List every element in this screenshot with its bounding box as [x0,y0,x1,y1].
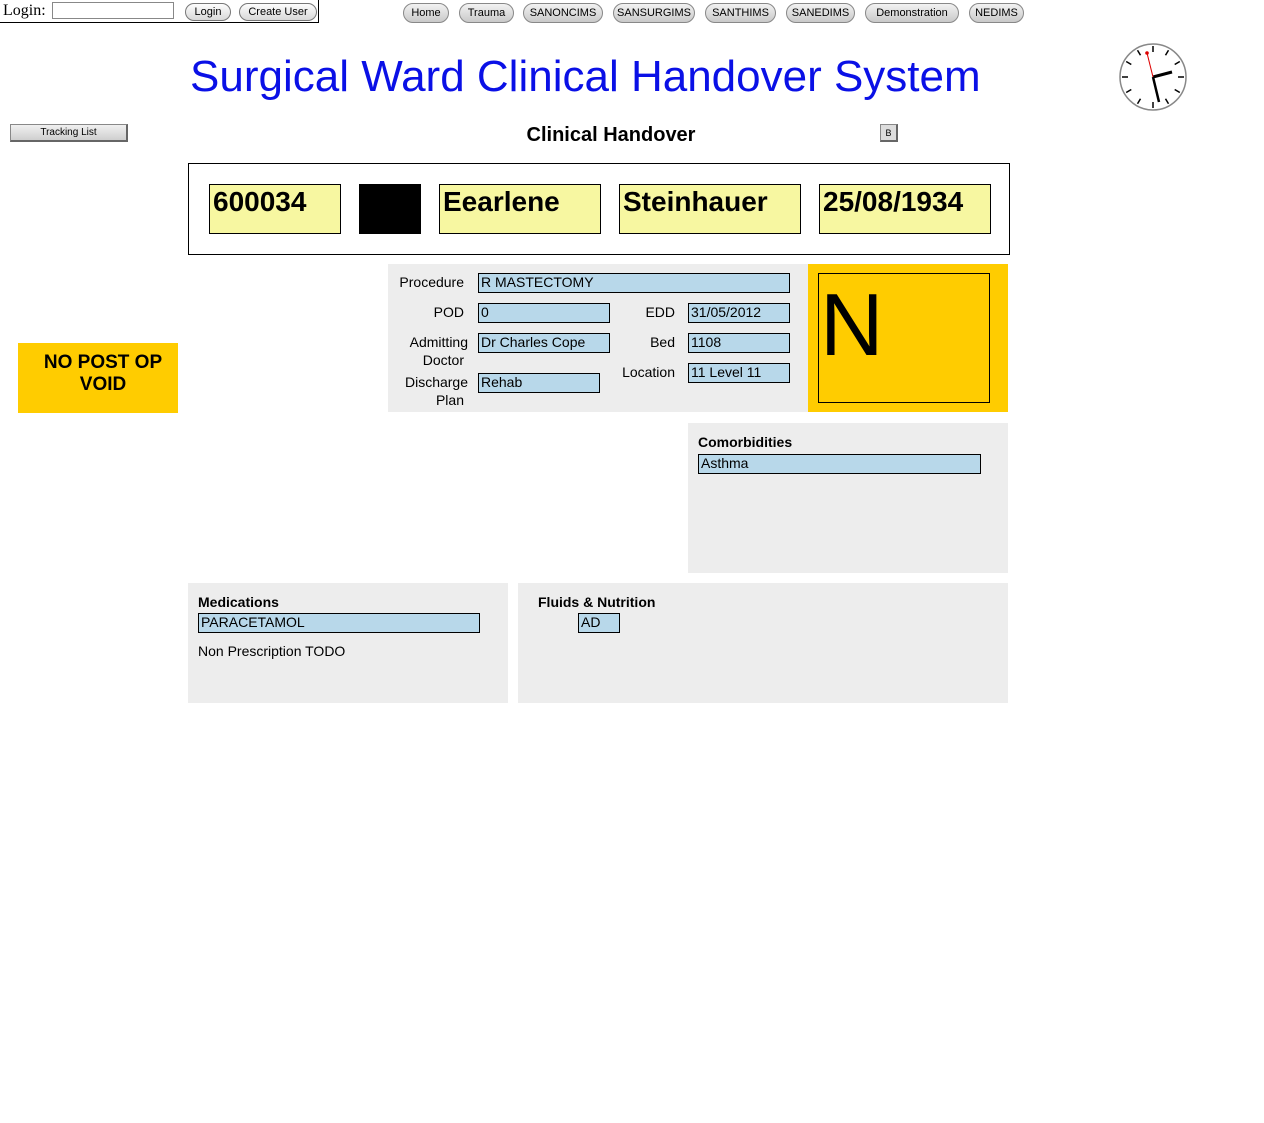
nav-sansurgims-button[interactable]: SANSURGIMS [613,3,695,23]
patient-first-name: Eearlene [439,184,601,234]
login-input[interactable] [52,2,174,19]
nav-nedims-button[interactable]: NEDIMS [969,3,1024,23]
nav-trauma-button[interactable]: Trauma [459,3,514,23]
location-field[interactable]: 11 Level 11 [688,363,790,383]
edd-label: EDD [645,304,675,320]
nav-santhims-button[interactable]: SANTHIMS [705,3,776,23]
bed-label: Bed [650,334,675,350]
app-title: Surgical Ward Clinical Handover System [190,52,981,101]
admitting-label-line2: Doctor [422,352,464,368]
medications-note: Non Prescription TODO [198,643,346,659]
comorbidities-title: Comorbidities [698,434,793,450]
patient-dob: 25/08/1934 [819,184,991,234]
fluids-field[interactable]: AD [578,613,620,633]
pod-label: POD [433,304,464,320]
admitting-doctor-field[interactable]: Dr Charles Cope [478,333,610,353]
bed-field[interactable]: 1108 [688,333,790,353]
pod-field[interactable]: 0 [478,303,610,323]
void-notice: NO POST OP VOID [18,352,188,396]
procedure-field[interactable]: R MASTECTOMY [478,273,790,293]
fluids-title: Fluids & Nutrition [538,594,656,610]
login-label: Login: [3,2,46,19]
nav-demonstration-button[interactable]: Demonstration [865,3,959,23]
nav-sanedims-button[interactable]: SANEDIMS [786,3,855,23]
nav-sanoncims-button[interactable]: SANONCIMS [523,3,603,23]
login-button[interactable]: Login [185,3,231,21]
discharge-plan-field[interactable]: Rehab [478,373,600,393]
void-notice-line1: NO POST OP [43,352,163,373]
patient-photo-redacted [359,184,421,234]
admitting-label-line1: Admitting [409,334,468,350]
tracking-list-button[interactable]: Tracking List [10,124,128,142]
b-button[interactable]: B [880,124,898,142]
procedure-label: Procedure [399,274,464,290]
patient-last-name: Steinhauer [619,184,801,234]
clock-icon [1119,43,1187,111]
patient-id: 600034 [209,184,341,234]
edd-field[interactable]: 31/05/2012 [688,303,790,323]
comorbidity-item[interactable]: Asthma [698,454,981,474]
medication-item[interactable]: PARACETAMOL [198,613,480,633]
void-notice-line2: VOID [79,374,127,395]
section-title: Clinical Handover [526,124,696,146]
medications-title: Medications [198,594,279,610]
status-letter: N [820,275,884,374]
create-user-button[interactable]: Create User [239,3,317,21]
nav-home-button[interactable]: Home [403,3,449,23]
discharge-label-line2: Plan [435,392,464,408]
discharge-label-line1: Discharge [404,374,468,390]
location-label: Location [622,364,675,380]
